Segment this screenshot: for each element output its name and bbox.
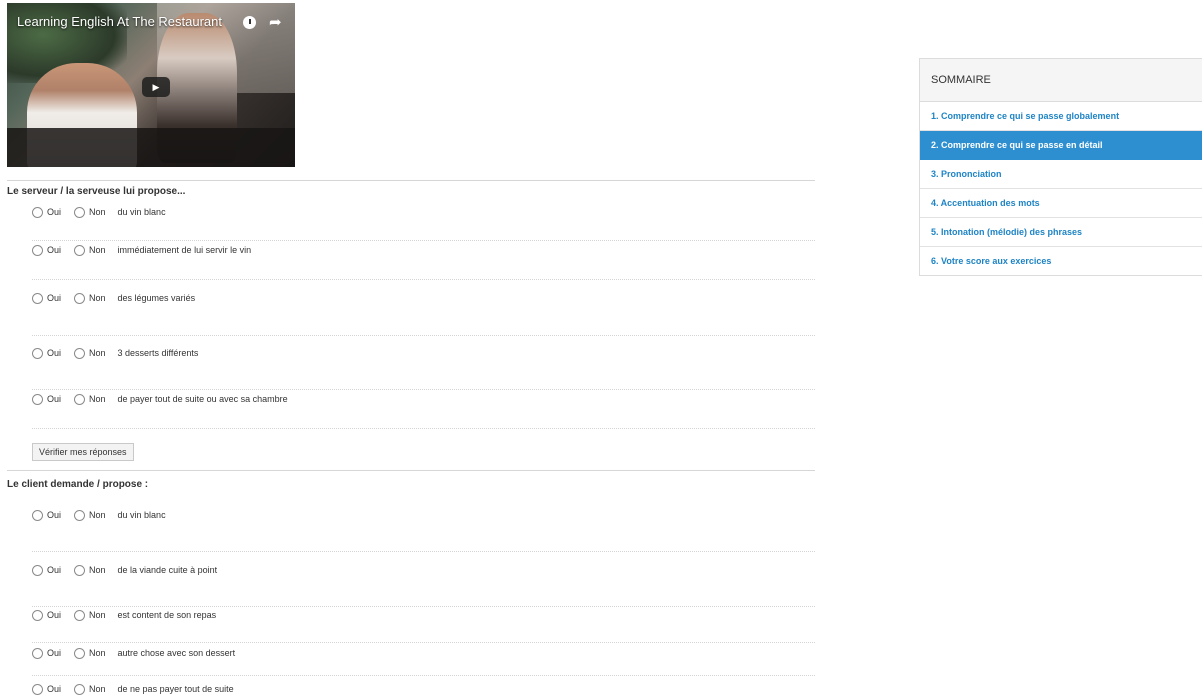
radio-oui[interactable] bbox=[32, 609, 43, 621]
row-separator bbox=[32, 642, 815, 643]
question-row: Oui Non de la viande cuite à point bbox=[32, 563, 217, 577]
question-row: Oui Non du vin blanc bbox=[32, 205, 166, 219]
oui-label: Oui bbox=[47, 610, 62, 620]
oui-label: Oui bbox=[47, 245, 62, 255]
question-row: Oui Non de ne pas payer tout de suite bbox=[32, 682, 234, 696]
question-row: Oui Non des légumes variés bbox=[32, 291, 195, 305]
non-label: Non bbox=[89, 245, 106, 255]
radio-oui[interactable] bbox=[32, 564, 43, 576]
radio-oui[interactable] bbox=[32, 509, 43, 521]
oui-label: Oui bbox=[47, 565, 62, 575]
question-text: de payer tout de suite ou avec sa chambr… bbox=[117, 394, 288, 404]
video-player[interactable]: Learning English At The Restaurant ➦ ▶ bbox=[7, 3, 295, 167]
oui-label: Oui bbox=[47, 648, 62, 658]
question-text: 3 desserts différents bbox=[117, 348, 199, 358]
check-answers-button[interactable]: Vérifier mes réponses bbox=[32, 443, 134, 461]
radio-non[interactable] bbox=[74, 206, 86, 218]
sidebar-item-intonation[interactable]: 5. Intonation (mélodie) des phrases bbox=[920, 218, 1202, 247]
radio-oui[interactable] bbox=[32, 393, 43, 405]
row-separator bbox=[32, 279, 815, 280]
question-text: autre chose avec son dessert bbox=[117, 648, 236, 658]
oui-label: Oui bbox=[47, 684, 62, 694]
question-row: Oui Non du vin blanc bbox=[32, 508, 166, 522]
video-table bbox=[7, 128, 295, 167]
non-label: Non bbox=[89, 684, 106, 694]
row-separator bbox=[32, 606, 815, 607]
question-row: Oui Non est content de son repas bbox=[32, 608, 216, 622]
question-row: Oui Non 3 desserts différents bbox=[32, 346, 198, 360]
question-text: des légumes variés bbox=[117, 293, 196, 303]
radio-non[interactable] bbox=[74, 292, 86, 304]
radio-oui[interactable] bbox=[32, 347, 43, 359]
radio-non[interactable] bbox=[74, 244, 86, 256]
non-label: Non bbox=[89, 510, 106, 520]
non-label: Non bbox=[89, 610, 106, 620]
non-label: Non bbox=[89, 293, 106, 303]
question-text: immédiatement de lui servir le vin bbox=[117, 245, 252, 255]
row-separator bbox=[32, 675, 815, 676]
radio-oui[interactable] bbox=[32, 683, 43, 695]
non-label: Non bbox=[89, 394, 106, 404]
radio-non[interactable] bbox=[74, 609, 86, 621]
radio-oui[interactable] bbox=[32, 244, 43, 256]
question-text: est content de son repas bbox=[117, 610, 217, 620]
radio-oui[interactable] bbox=[32, 647, 43, 659]
row-separator bbox=[32, 240, 815, 241]
question-text: de ne pas payer tout de suite bbox=[117, 684, 234, 694]
radio-oui[interactable] bbox=[32, 292, 43, 304]
oui-label: Oui bbox=[47, 207, 62, 217]
section-title: Le client demande / propose : bbox=[7, 479, 149, 490]
sidebar-item-global[interactable]: 1. Comprendre ce qui se passe globalemen… bbox=[920, 102, 1202, 131]
sidebar-item-score[interactable]: 6. Votre score aux exercices bbox=[920, 247, 1202, 275]
oui-label: Oui bbox=[47, 510, 62, 520]
row-separator bbox=[32, 428, 815, 429]
sidebar-title: SOMMAIRE bbox=[920, 59, 1202, 102]
radio-non[interactable] bbox=[74, 509, 86, 521]
section-title: Le serveur / la serveuse lui propose... bbox=[7, 186, 186, 197]
radio-non[interactable] bbox=[74, 683, 86, 695]
question-row: Oui Non immédiatement de lui servir le v… bbox=[32, 243, 251, 257]
video-title[interactable]: Learning English At The Restaurant bbox=[17, 14, 222, 29]
divider bbox=[7, 470, 815, 471]
oui-label: Oui bbox=[47, 293, 62, 303]
summary-sidebar: SOMMAIRE 1. Comprendre ce qui se passe g… bbox=[919, 58, 1202, 276]
non-label: Non bbox=[89, 565, 106, 575]
watch-later-icon[interactable] bbox=[243, 16, 256, 29]
row-separator bbox=[32, 389, 815, 390]
row-separator bbox=[32, 551, 815, 552]
non-label: Non bbox=[89, 207, 106, 217]
sidebar-item-word-stress[interactable]: 4. Accentuation des mots bbox=[920, 189, 1202, 218]
question-text: du vin blanc bbox=[117, 207, 166, 217]
question-row: Oui Non de payer tout de suite ou avec s… bbox=[32, 392, 288, 406]
row-separator bbox=[32, 335, 815, 336]
divider bbox=[7, 180, 815, 181]
radio-non[interactable] bbox=[74, 393, 86, 405]
sidebar-item-detail[interactable]: 2. Comprendre ce qui se passe en détail bbox=[920, 131, 1202, 160]
question-row: Oui Non autre chose avec son dessert bbox=[32, 646, 235, 660]
play-button[interactable]: ▶ bbox=[142, 77, 170, 97]
question-text: du vin blanc bbox=[117, 510, 166, 520]
oui-label: Oui bbox=[47, 394, 62, 404]
non-label: Non bbox=[89, 648, 106, 658]
sidebar-item-pronunciation[interactable]: 3. Prononciation bbox=[920, 160, 1202, 189]
share-icon[interactable]: ➦ bbox=[269, 13, 282, 31]
radio-non[interactable] bbox=[74, 647, 86, 659]
radio-non[interactable] bbox=[74, 564, 86, 576]
oui-label: Oui bbox=[47, 348, 62, 358]
radio-non[interactable] bbox=[74, 347, 86, 359]
radio-oui[interactable] bbox=[32, 206, 43, 218]
question-text: de la viande cuite à point bbox=[117, 565, 218, 575]
non-label: Non bbox=[89, 348, 106, 358]
